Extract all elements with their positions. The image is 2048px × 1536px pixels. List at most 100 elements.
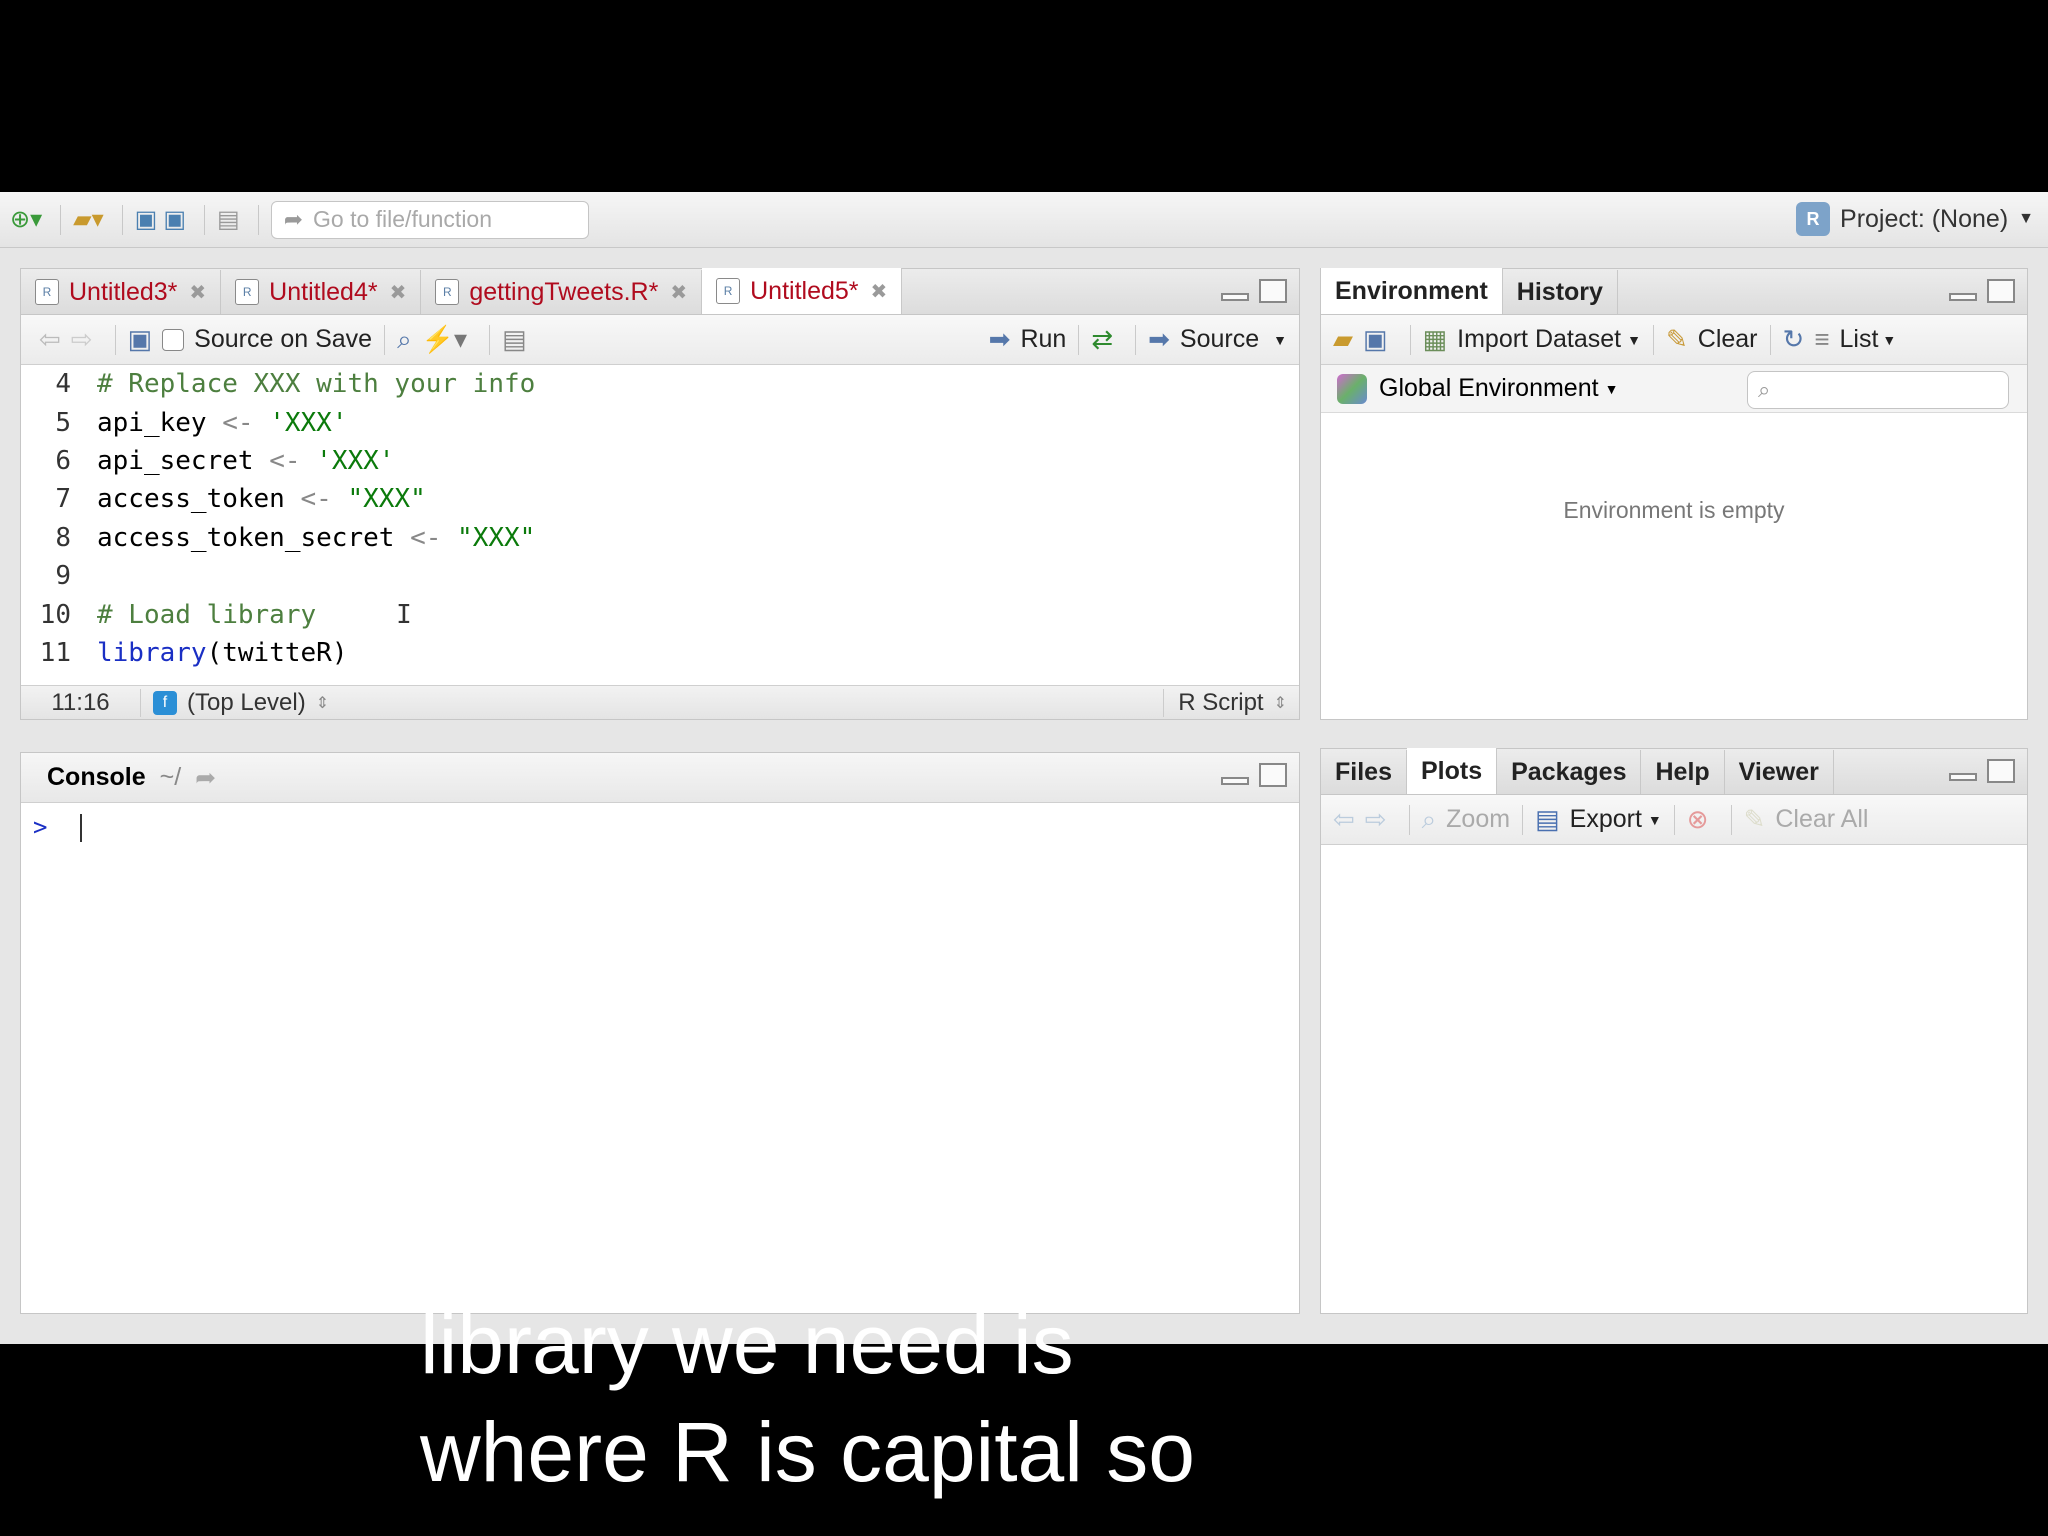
maximize-icon[interactable] [1987,759,2015,783]
code-variable: access_token_secret [97,522,395,553]
tab-packages[interactable]: Packages [1497,750,1642,794]
open-folder-icon[interactable]: ▰▾ [73,203,104,237]
assign-operator: <- [410,522,442,553]
chevron-down-icon[interactable]: ▼ [1273,332,1287,348]
editor-status-bar: 11:16 f (Top Level) ⇕ R Script ⇕ [21,685,1299,719]
toolbar-divider [1135,324,1137,355]
magic-wand-icon[interactable]: ⚡▾ [422,324,467,355]
maximize-icon[interactable] [1259,763,1287,787]
goto-arrow-icon: ➦ [283,206,304,232]
chevron-down-icon: ▼ [1627,331,1641,348]
tab-untitled3[interactable]: R Untitled3* ✖ [21,270,222,314]
new-file-icon[interactable]: ⊕▾ [10,203,42,237]
source-on-save-checkbox[interactable] [162,328,185,351]
environment-scope-selector[interactable]: Global Environment [1379,374,1599,403]
rerun-icon[interactable]: ⇄ [1091,324,1113,355]
caption-line: library we need is [420,1297,1074,1391]
code-comment: # Replace XXX with your info [97,369,536,400]
save-icon[interactable]: ▣ [135,203,158,237]
save-icon[interactable]: ▣ [128,324,153,355]
close-icon[interactable]: ✖ [871,279,888,304]
text-cursor-icon: I [396,599,412,630]
environment-scope-bar: Global Environment ▼ ⌕ [1321,365,2027,413]
tab-history[interactable]: History [1503,270,1618,314]
back-arrow-icon[interactable]: ⇦ [39,324,61,355]
run-button[interactable]: Run [1020,325,1066,354]
rstudio-window: ⊕▾ ▰▾ ▣ ▣ ▤ ➦ Go to file/function R Proj… [0,192,2048,1344]
toolbar-divider [257,204,259,235]
minimize-icon[interactable] [1949,293,1977,301]
save-workspace-icon[interactable]: ▣ [1363,324,1388,355]
zoom-button[interactable]: Zoom [1446,805,1510,834]
tab-label: gettingTweets.R* [469,277,659,306]
r-project-icon: R [1796,202,1831,236]
video-letterbox-top [0,0,2048,192]
close-icon[interactable]: ✖ [670,280,687,305]
project-label: Project: (None) [1840,204,2009,233]
maximize-icon[interactable] [1259,279,1287,303]
close-icon[interactable]: ✖ [189,280,206,305]
scope-selector[interactable]: (Top Level) [187,689,306,717]
import-dataset-button[interactable]: Import Dataset [1457,325,1621,354]
tab-plots[interactable]: Plots [1406,748,1498,794]
maximize-icon[interactable] [1987,279,2015,303]
clear-button[interactable]: Clear [1698,325,1758,354]
tab-label: Untitled5* [750,276,859,305]
compile-report-icon[interactable]: ▤ [502,324,527,355]
tab-label: History [1516,277,1603,306]
minimize-icon[interactable] [1221,777,1249,785]
go-to-directory-icon[interactable]: ➦ [195,763,216,793]
goto-file-input[interactable]: ➦ Go to file/function [270,200,589,239]
console-pane: Console ~/ ➦ > [20,752,1300,1314]
assign-operator: <- [300,484,332,515]
video-caption: library we need is where R is capital so [420,1290,1195,1506]
list-view-menu[interactable]: List [1839,325,1878,354]
code-string: 'XXX' [316,445,395,476]
file-type-selector[interactable]: R Script [1163,688,1273,717]
pane-window-controls [1949,759,2015,783]
environment-search-input[interactable]: ⌕ [1747,371,2009,409]
project-menu[interactable]: R Project: (None) ▼ [1796,202,2034,236]
updown-icon: ⇕ [315,694,330,712]
load-workspace-icon[interactable]: ▰ [1333,324,1353,355]
back-arrow-icon[interactable]: ⇦ [1333,804,1355,835]
toolbar-divider [489,324,491,355]
tab-files[interactable]: Files [1321,750,1407,794]
console-input[interactable]: > [33,813,82,842]
tab-label: Environment [1335,276,1488,305]
export-button[interactable]: Export [1570,805,1642,834]
print-icon[interactable]: ▤ [217,203,240,237]
tab-label: Untitled3* [69,277,178,306]
chevron-down-icon: ▼ [2018,210,2034,227]
source-button[interactable]: Source [1180,325,1259,354]
clear-all-button[interactable]: Clear All [1775,805,1868,834]
code-line: 10 # Load library I [21,595,1299,633]
search-icon[interactable]: ⌕ [397,324,412,356]
forward-arrow-icon[interactable]: ⇨ [71,324,93,355]
toolbar-divider [1408,804,1410,835]
forward-arrow-icon[interactable]: ⇨ [1365,804,1387,835]
tab-viewer[interactable]: Viewer [1725,750,1834,794]
line-number: 9 [55,561,71,592]
tab-help[interactable]: Help [1641,750,1725,794]
r-document-icon: R [716,278,741,304]
tab-environment[interactable]: Environment [1321,268,1503,314]
environment-toolbar: ▰ ▣ ▦ Import Dataset ▼ ✎ Clear ↻ ≡ List … [1321,315,2027,365]
goto-placeholder: Go to file/function [313,206,493,232]
tab-untitled4[interactable]: R Untitled4* ✖ [221,270,422,314]
refresh-icon[interactable]: ↻ [1783,324,1805,355]
remove-plot-icon[interactable]: ⊗ [1687,804,1709,835]
export-icon: ▤ [1535,804,1560,834]
tab-untitled5[interactable]: R Untitled5* ✖ [702,268,903,314]
toolbar-divider [1522,804,1524,835]
code-line: 11 library(twitteR) [21,634,1299,672]
toolbar-divider [204,204,206,235]
close-icon[interactable]: ✖ [390,280,407,305]
tab-gettingtweets[interactable]: R gettingTweets.R* ✖ [421,270,703,314]
minimize-icon[interactable] [1221,293,1249,301]
toolbar-divider [1078,324,1080,355]
save-all-icon[interactable]: ▣ [163,203,186,237]
code-variable: api_secret [97,445,254,476]
code-editor[interactable]: 4 # Replace XXX with your info 5 api_key… [21,365,1299,683]
minimize-icon[interactable] [1949,773,1977,781]
